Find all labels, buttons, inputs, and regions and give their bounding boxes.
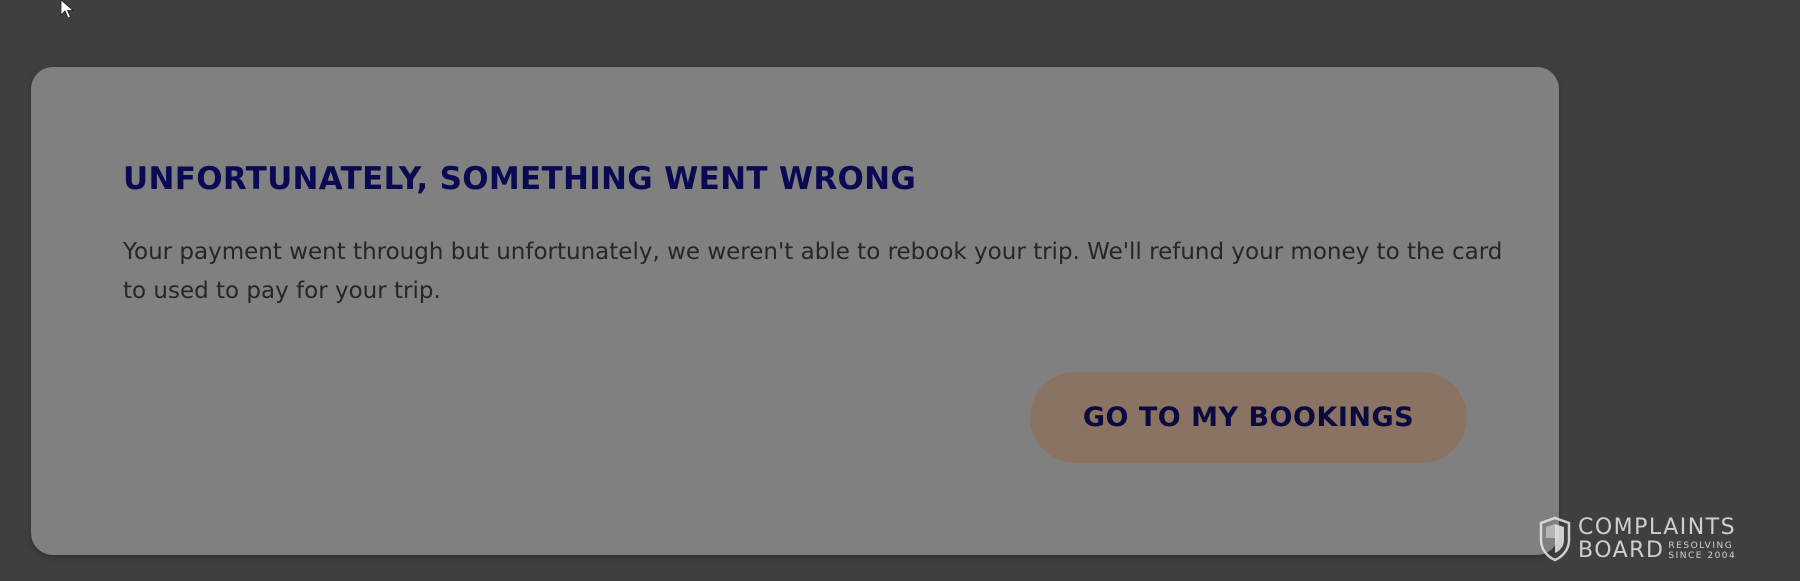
watermark-tag-top: RESOLVING xyxy=(1668,540,1734,551)
shield-icon xyxy=(1539,516,1571,562)
dialog-message: Your payment went through but unfortunat… xyxy=(123,239,1503,304)
go-to-my-bookings-button[interactable]: GO TO MY BOOKINGS xyxy=(1030,372,1467,463)
watermark-line1: COMPLAINTS xyxy=(1578,514,1737,540)
dialog-title: UNFORTUNATELY, SOMETHING WENT WRONG xyxy=(123,161,917,197)
watermark-tag-bottom: SINCE 2004 xyxy=(1668,550,1737,561)
mouse-pointer-icon xyxy=(60,0,75,18)
screen: UNFORTUNATELY, SOMETHING WENT WRONG Your… xyxy=(0,0,1800,581)
error-dialog: UNFORTUNATELY, SOMETHING WENT WRONG Your… xyxy=(31,67,1559,555)
complaints-board-watermark: COMPLAINTS BOARD RESOLVING SINCE 2004 xyxy=(1538,515,1736,563)
watermark-line2: BOARD xyxy=(1578,537,1665,563)
